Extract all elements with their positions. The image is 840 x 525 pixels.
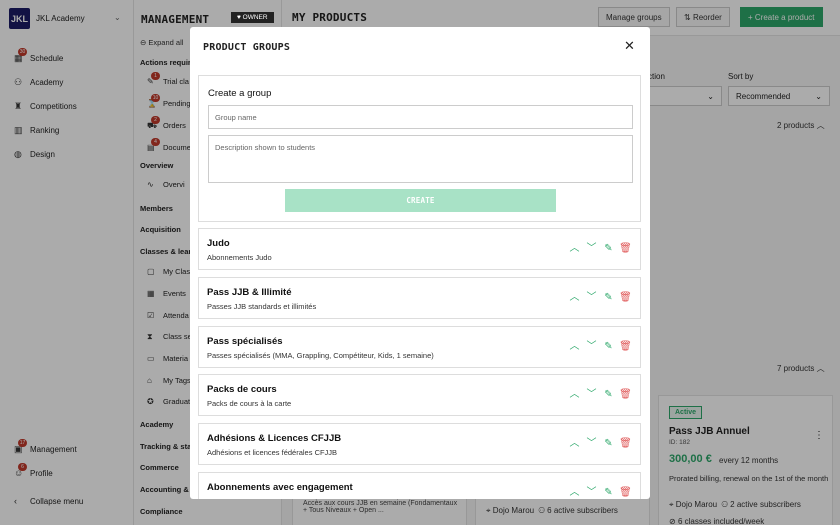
- group-description: Packs de cours à la carte: [207, 399, 292, 408]
- group-name: Pass spécialisés: [207, 336, 283, 347]
- group-actions: ︿ ﹀ ✎ 🗑: [566, 243, 634, 255]
- group-description: Passes JJB standards et illimités: [207, 302, 317, 311]
- create-group-form: Create a group Group name Description sh…: [198, 75, 641, 222]
- delete-icon[interactable]: 🗑: [617, 487, 634, 499]
- product-groups-modal: PRODUCT GROUPS ✕ Create a group Group na…: [190, 27, 650, 499]
- delete-icon[interactable]: 🗑: [617, 389, 634, 401]
- move-up-icon[interactable]: ︿: [566, 341, 583, 353]
- create-group-title: Create a group: [208, 88, 272, 99]
- close-icon[interactable]: ✕: [624, 39, 635, 53]
- edit-icon[interactable]: ✎: [600, 487, 617, 499]
- move-up-icon[interactable]: ︿: [566, 487, 583, 499]
- group-row: Packs de cours Packs de cours à la carte…: [198, 374, 641, 416]
- move-up-icon[interactable]: ︿: [566, 389, 583, 401]
- group-name: Adhésions & Licences CFJJB: [207, 433, 342, 444]
- group-row: Adhésions & Licences CFJJB Adhésions et …: [198, 423, 641, 465]
- group-description: Passes spécialisés (MMA, Grappling, Comp…: [207, 351, 434, 360]
- group-row: Abonnements avec engagement ︿ ﹀ ✎ 🗑: [198, 472, 641, 499]
- group-name: Packs de cours: [207, 384, 277, 395]
- group-name: Abonnements avec engagement: [207, 482, 353, 493]
- move-down-icon[interactable]: ﹀: [583, 487, 600, 499]
- group-row: Pass JJB & Illimité Passes JJB standards…: [198, 277, 641, 319]
- move-up-icon[interactable]: ︿: [566, 243, 583, 255]
- edit-icon[interactable]: ✎: [600, 292, 617, 304]
- group-actions: ︿ ﹀ ✎ 🗑: [566, 438, 634, 450]
- group-actions: ︿ ﹀ ✎ 🗑: [566, 292, 634, 304]
- move-down-icon[interactable]: ﹀: [583, 292, 600, 304]
- group-actions: ︿ ﹀ ✎ 🗑: [566, 341, 634, 353]
- group-name: Judo: [207, 238, 230, 249]
- move-down-icon[interactable]: ﹀: [583, 389, 600, 401]
- delete-icon[interactable]: 🗑: [617, 438, 634, 450]
- group-name-input[interactable]: Group name: [208, 105, 633, 129]
- edit-icon[interactable]: ✎: [600, 389, 617, 401]
- group-description: Abonnements Judo: [207, 253, 272, 262]
- group-row: Judo Abonnements Judo ︿ ﹀ ✎ 🗑: [198, 228, 641, 270]
- modal-body: Create a group Group name Description sh…: [198, 75, 642, 499]
- move-up-icon[interactable]: ︿: [566, 292, 583, 304]
- group-description-textarea[interactable]: Description shown to students: [208, 135, 633, 183]
- edit-icon[interactable]: ✎: [600, 341, 617, 353]
- move-down-icon[interactable]: ﹀: [583, 243, 600, 255]
- move-down-icon[interactable]: ﹀: [583, 438, 600, 450]
- owner-badge: ♥ OWNER: [231, 12, 274, 23]
- group-row: Pass spécialisés Passes spécialisés (MMA…: [198, 326, 641, 368]
- modal-title: PRODUCT GROUPS: [203, 42, 291, 53]
- delete-icon[interactable]: 🗑: [617, 292, 634, 304]
- owner-label: OWNER: [242, 14, 268, 21]
- group-actions: ︿ ﹀ ✎ 🗑: [566, 389, 634, 401]
- group-description: Adhésions et licences fédérales CFJJB: [207, 448, 338, 457]
- create-group-button[interactable]: CREATE: [285, 189, 556, 212]
- edit-icon[interactable]: ✎: [600, 243, 617, 255]
- delete-icon[interactable]: 🗑: [617, 243, 634, 255]
- delete-icon[interactable]: 🗑: [617, 341, 634, 353]
- move-up-icon[interactable]: ︿: [566, 438, 583, 450]
- group-actions: ︿ ﹀ ✎ 🗑: [566, 487, 634, 499]
- move-down-icon[interactable]: ﹀: [583, 341, 600, 353]
- edit-icon[interactable]: ✎: [600, 438, 617, 450]
- group-name: Pass JJB & Illimité: [207, 287, 292, 298]
